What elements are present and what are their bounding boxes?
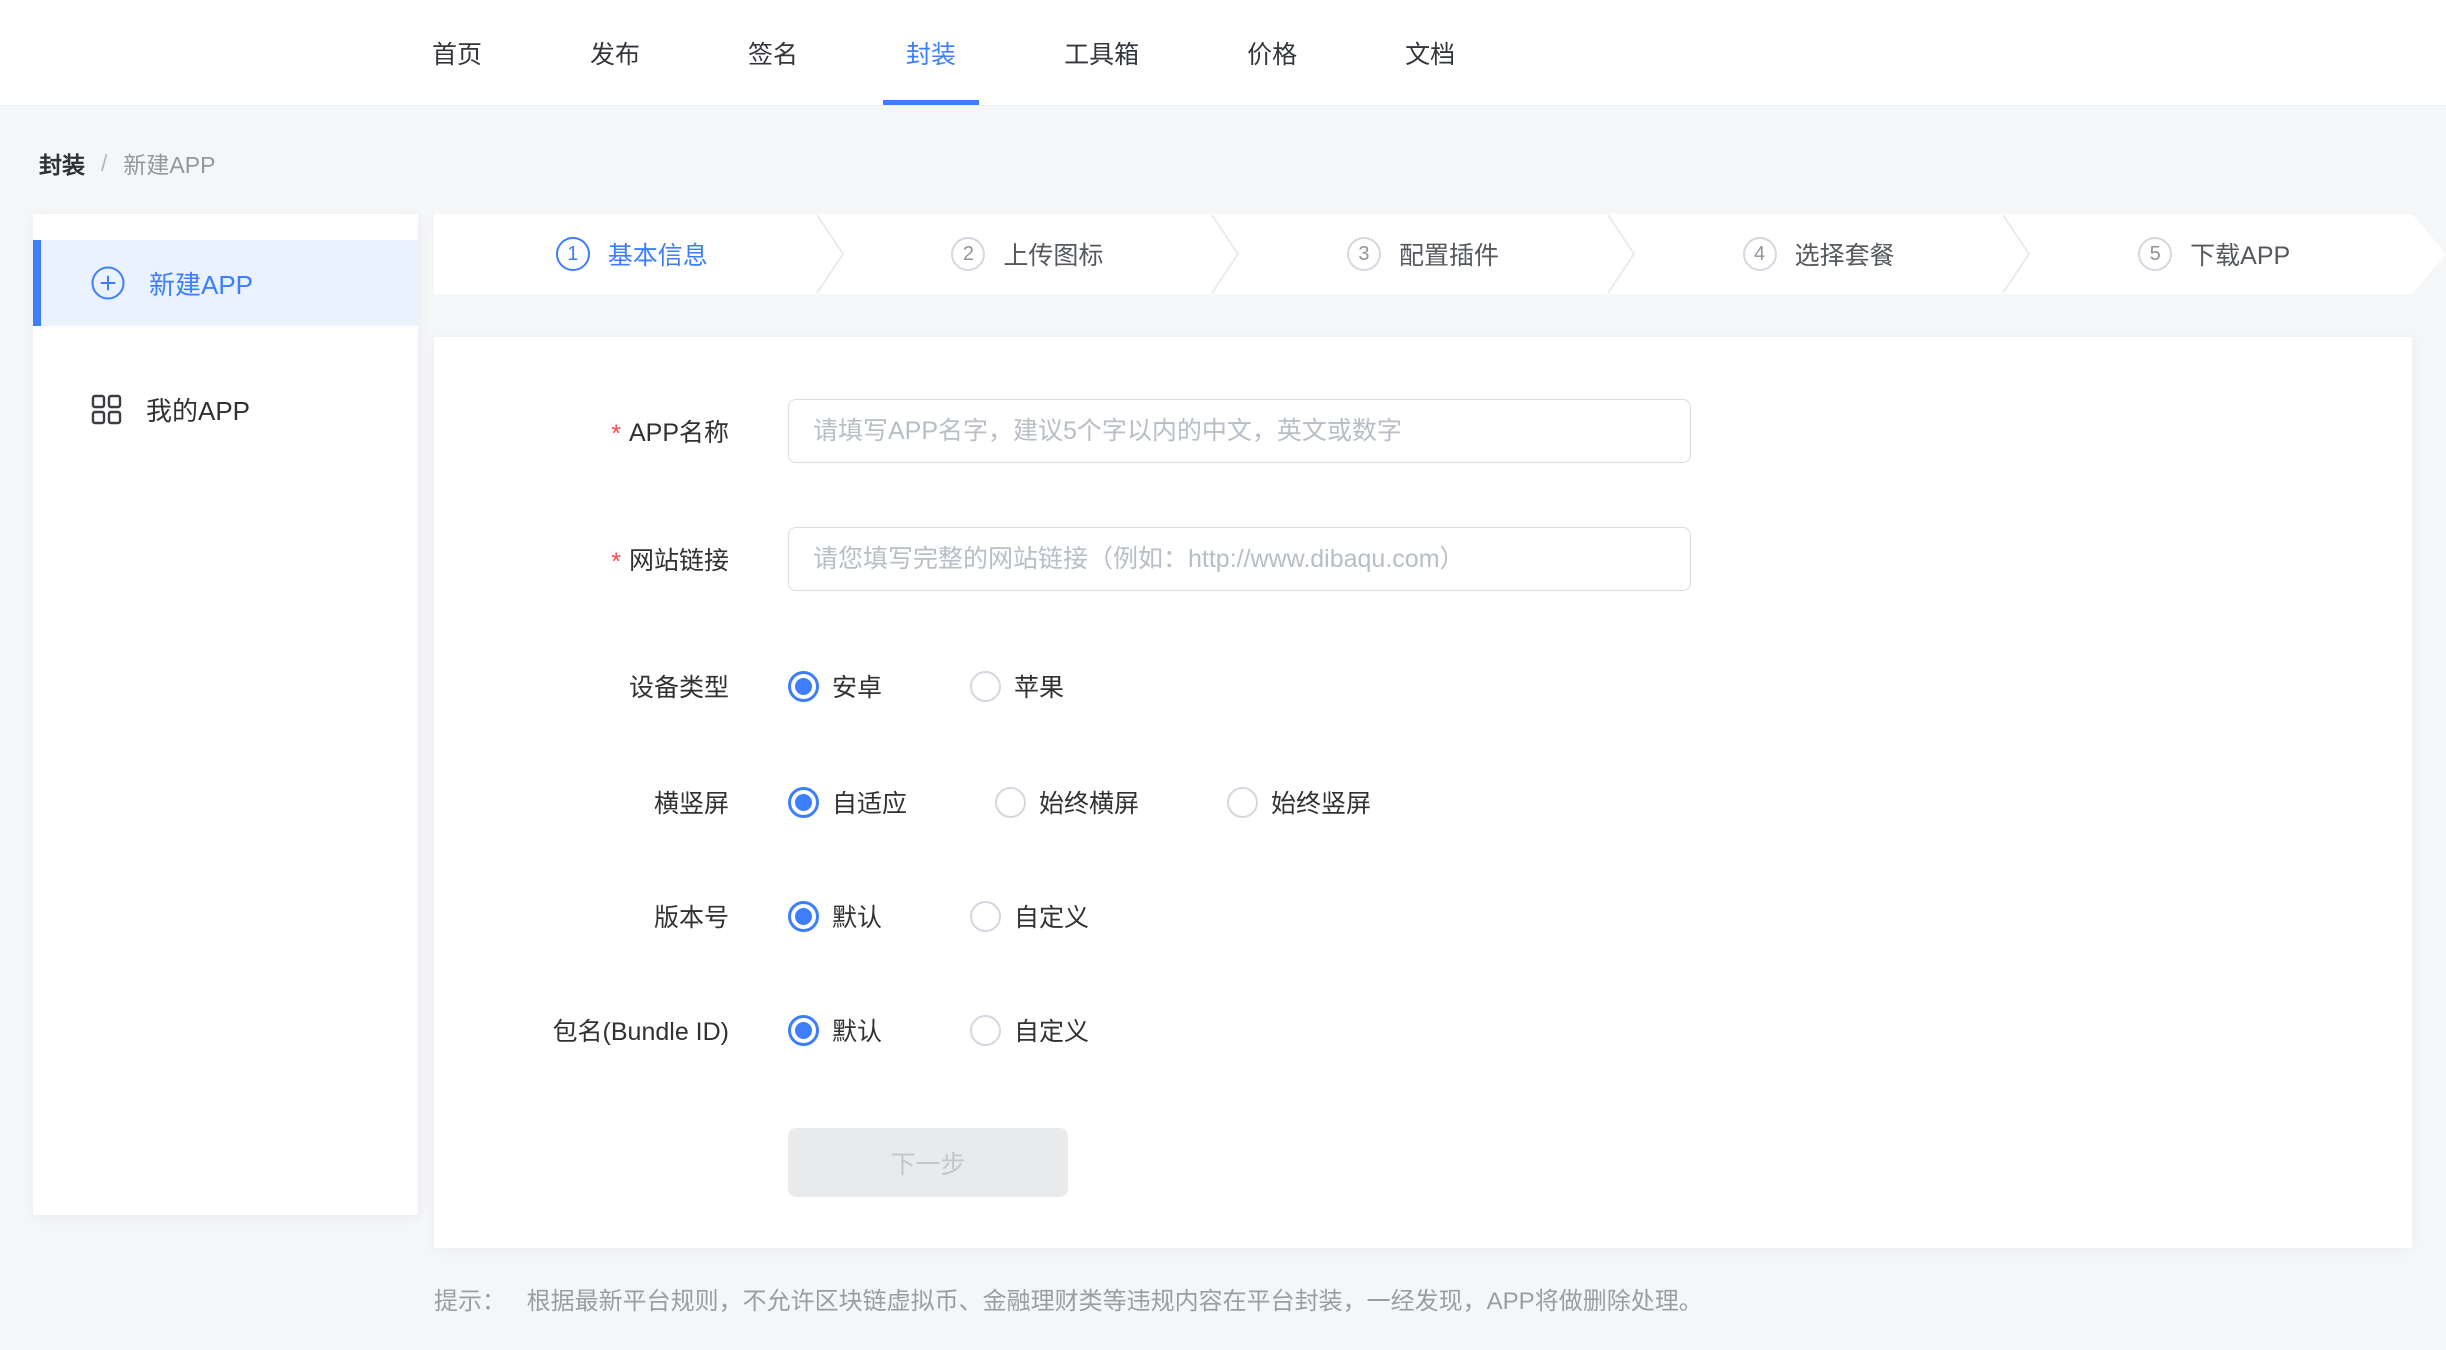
nav-item-sign[interactable]: 签名 <box>748 0 798 105</box>
sidebar-item-label: 新建APP <box>149 265 253 302</box>
step-wizard: 1 基本信息 2 上传图标 3 配置插件 4 选择套餐 5 下载APP <box>434 214 2412 294</box>
form-row-orientation: 横竖屏 自适应 始终横屏 始终竖屏 <box>434 770 2412 834</box>
step-separator-chevron-icon <box>1210 214 1240 294</box>
radio-option-ios[interactable]: 苹果 <box>970 668 1064 704</box>
sidebar-item-new-app[interactable]: 新建APP <box>33 240 418 326</box>
radio-label: 自定义 <box>1014 1012 1089 1048</box>
radio-button[interactable] <box>788 901 819 932</box>
nav-item-publish[interactable]: 发布 <box>590 0 640 105</box>
next-step-button[interactable]: 下一步 <box>788 1128 1068 1197</box>
radio-label: 默认 <box>832 1012 882 1048</box>
step-number-badge: 4 <box>1743 237 1777 271</box>
step-2-upload-icon: 2 上传图标 <box>830 214 1226 294</box>
radio-option-custom-bundle[interactable]: 自定义 <box>970 1012 1089 1048</box>
tip-prefix: 提示： <box>434 1288 506 1315</box>
radio-option-adaptive[interactable]: 自适应 <box>788 784 907 820</box>
step-3-configure-plugins: 3 配置插件 <box>1225 214 1621 294</box>
app-name-input[interactable] <box>788 399 1691 463</box>
platform-rules-tip: 提示： 根据最新平台规则，不允许区块链虚拟币、金融理财类等违规内容在平台封装，一… <box>434 1281 1703 1316</box>
step-4-select-plan: 4 选择套餐 <box>1621 214 2017 294</box>
nav-item-toolbox[interactable]: 工具箱 <box>1064 0 1139 105</box>
step-number-badge: 3 <box>1347 237 1381 271</box>
step-label: 配置插件 <box>1399 236 1499 272</box>
nav-item-package[interactable]: 封装 <box>906 0 956 105</box>
tip-text: 根据最新平台规则，不允许区块链虚拟币、金融理财类等违规内容在平台封装，一经发现，… <box>527 1288 1703 1315</box>
radio-label: 安卓 <box>832 668 882 704</box>
radio-label: 苹果 <box>1014 668 1064 704</box>
top-header: 首页 发布 签名 封装 工具箱 价格 文档 <box>0 0 2446 106</box>
step-label: 选择套餐 <box>1795 236 1895 272</box>
nav-item-home[interactable]: 首页 <box>432 0 482 105</box>
field-label: * APP名称 <box>434 413 729 449</box>
sidebar: 新建APP 我的APP <box>33 214 418 1215</box>
bundle-id-radio-group: 默认 自定义 <box>788 1012 1089 1048</box>
step-1-basic-info: 1 基本信息 <box>434 214 830 294</box>
radio-label: 始终横屏 <box>1039 784 1139 820</box>
field-label: * 网站链接 <box>434 541 729 577</box>
radio-button[interactable] <box>788 787 819 818</box>
step-label: 基本信息 <box>608 236 708 272</box>
field-label: 包名(Bundle ID) <box>434 1012 729 1048</box>
radio-label: 默认 <box>832 898 882 934</box>
step-number-badge: 1 <box>556 237 590 271</box>
radio-button[interactable] <box>970 901 1001 932</box>
radio-button[interactable] <box>1227 787 1258 818</box>
radio-option-android[interactable]: 安卓 <box>788 668 882 704</box>
step-5-download-app: 5 下载APP <box>2016 214 2412 294</box>
orientation-radio-group: 自适应 始终横屏 始终竖屏 <box>788 784 1371 820</box>
radio-button[interactable] <box>788 1015 819 1046</box>
breadcrumb-section[interactable]: 封装 <box>39 146 85 180</box>
radio-label: 自适应 <box>832 784 907 820</box>
required-mark: * <box>611 416 621 447</box>
form-row-app-name: * APP名称 <box>434 399 2412 463</box>
radio-button[interactable] <box>995 787 1026 818</box>
radio-label: 始终竖屏 <box>1271 784 1371 820</box>
nav-item-price[interactable]: 价格 <box>1247 0 1297 105</box>
breadcrumb-current-page: 新建APP <box>123 146 215 180</box>
radio-button[interactable] <box>788 671 819 702</box>
radio-option-default-bundle[interactable]: 默认 <box>788 1012 882 1048</box>
field-label: 横竖屏 <box>434 784 729 820</box>
version-radio-group: 默认 自定义 <box>788 898 1089 934</box>
step-separator-chevron-icon <box>815 214 845 294</box>
step-separator-chevron-icon <box>1606 214 1636 294</box>
field-label: 设备类型 <box>434 668 729 704</box>
radio-option-default-version[interactable]: 默认 <box>788 898 882 934</box>
radio-button[interactable] <box>970 671 1001 702</box>
form-row-device-type: 设备类型 安卓 苹果 <box>434 654 2412 718</box>
sidebar-item-label: 我的APP <box>146 391 250 428</box>
field-label: 版本号 <box>434 898 729 934</box>
form-row-bundle-id: 包名(Bundle ID) 默认 自定义 <box>434 998 2412 1062</box>
step-number-badge: 5 <box>2138 237 2172 271</box>
main-nav: 首页 发布 签名 封装 工具箱 价格 文档 <box>0 0 2446 105</box>
radio-option-portrait[interactable]: 始终竖屏 <box>1227 784 1371 820</box>
sidebar-item-my-apps[interactable]: 我的APP <box>33 366 418 452</box>
radio-option-custom-version[interactable]: 自定义 <box>970 898 1089 934</box>
wizard-arrow-tip <box>2412 214 2446 294</box>
device-type-radio-group: 安卓 苹果 <box>788 668 1064 704</box>
radio-option-landscape[interactable]: 始终横屏 <box>995 784 1139 820</box>
website-url-input[interactable] <box>788 527 1691 591</box>
basic-info-form: * APP名称 * 网站链接 设备类型 安卓 苹果 <box>434 337 2412 1248</box>
form-row-version: 版本号 默认 自定义 <box>434 884 2412 948</box>
nav-item-docs[interactable]: 文档 <box>1405 0 1455 105</box>
breadcrumb-separator: / <box>101 150 107 177</box>
form-row-website-url: * 网站链接 <box>434 527 2412 591</box>
required-mark: * <box>611 544 621 575</box>
grid-icon <box>91 394 122 425</box>
breadcrumb: 封装 / 新建APP <box>39 146 215 180</box>
step-separator-chevron-icon <box>2001 214 2031 294</box>
radio-label: 自定义 <box>1014 898 1089 934</box>
step-label: 下载APP <box>2190 236 2290 272</box>
step-number-badge: 2 <box>951 237 985 271</box>
step-label: 上传图标 <box>1003 236 1103 272</box>
radio-button[interactable] <box>970 1015 1001 1046</box>
plus-circle-icon <box>91 266 125 300</box>
